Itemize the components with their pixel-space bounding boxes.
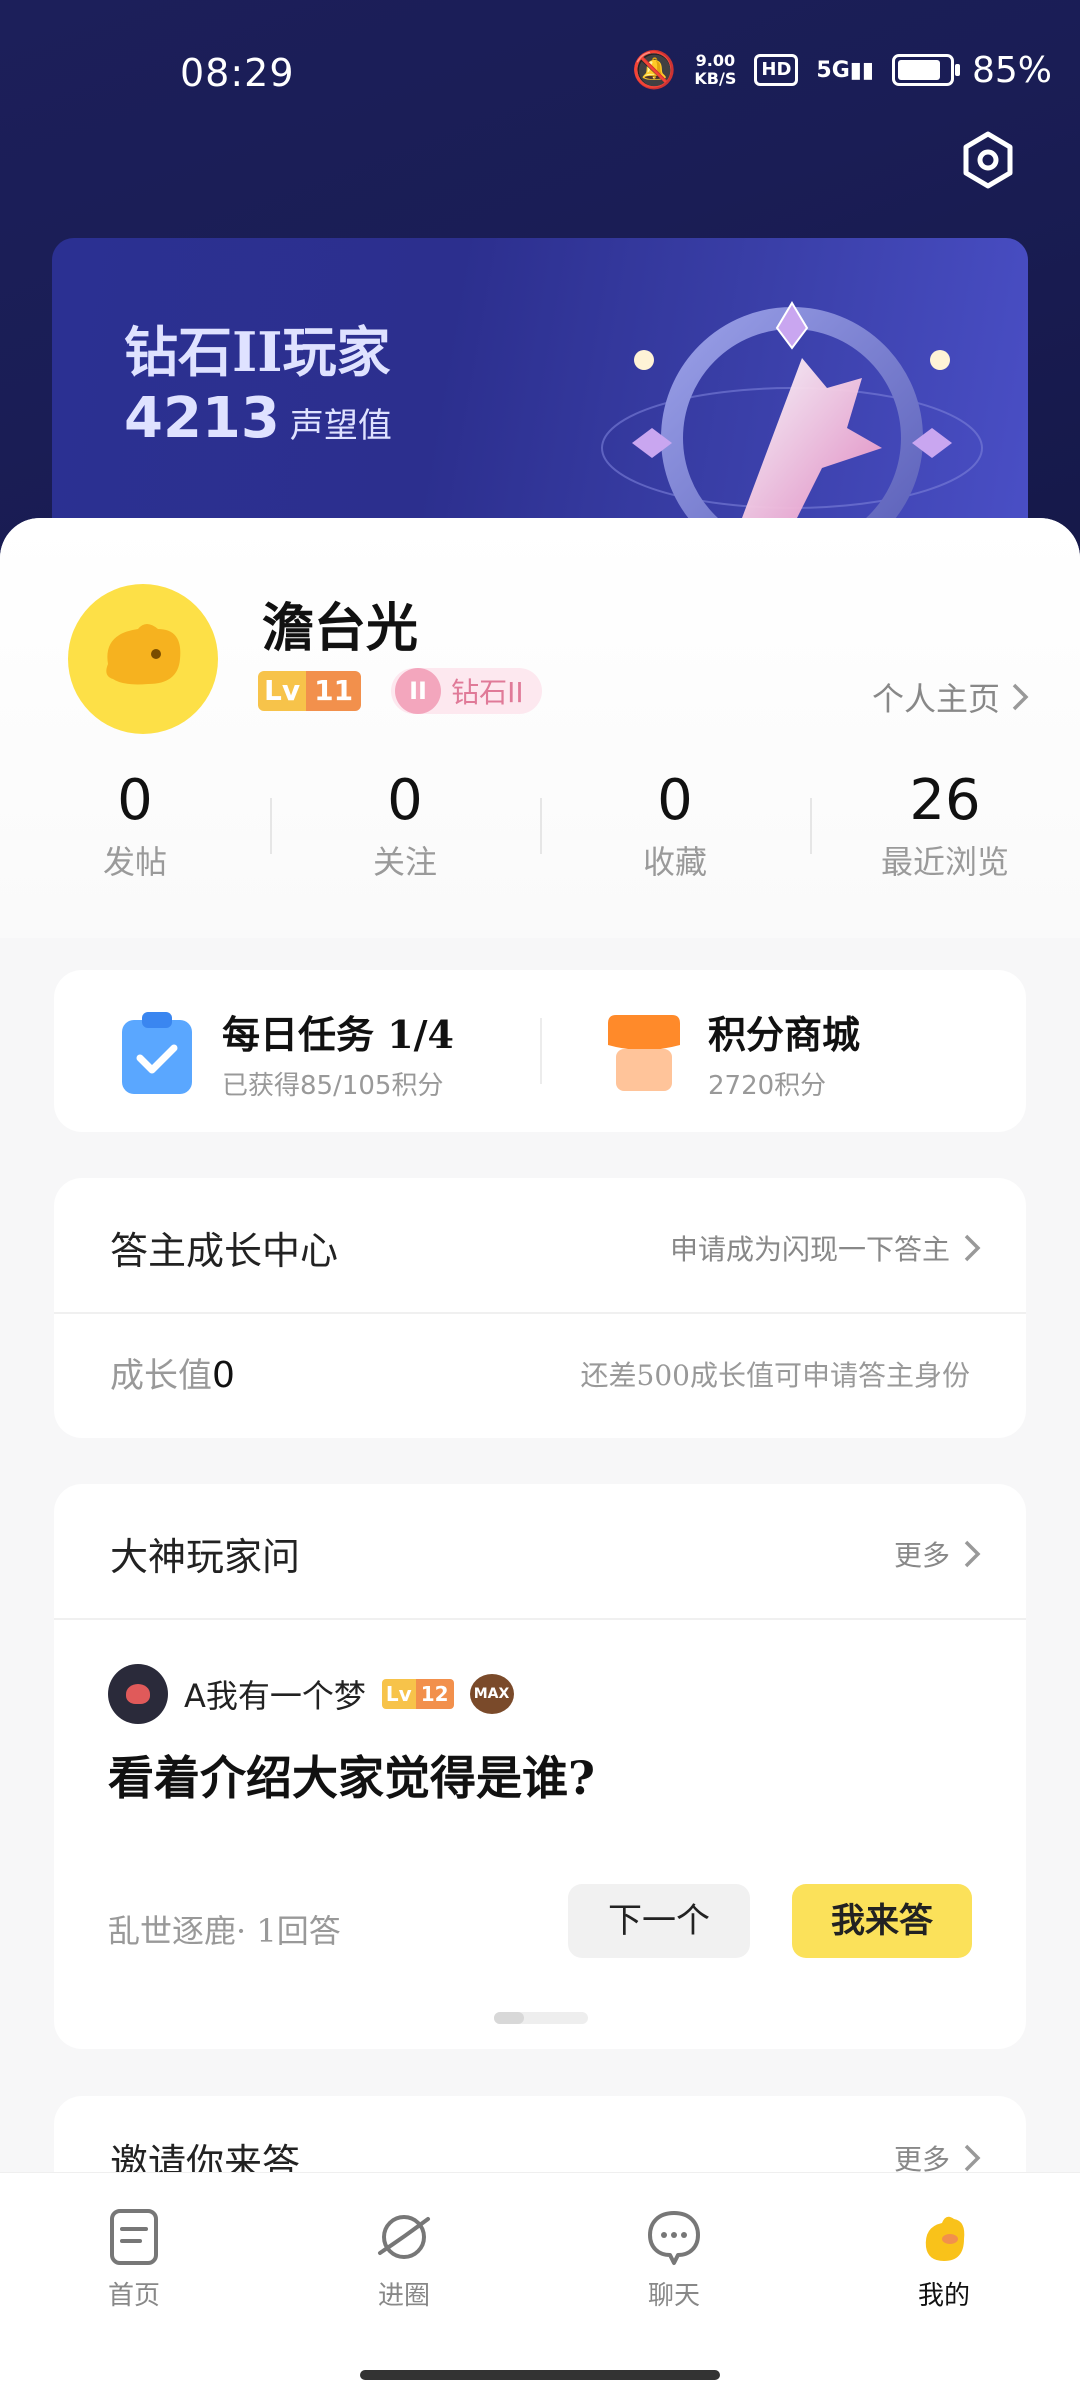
- shop-icon: [608, 1015, 680, 1091]
- rank-badge[interactable]: II 钻石II: [391, 668, 542, 714]
- page-indicator: [494, 2012, 588, 2024]
- tasks-card: 每日任务 1/4 已获得85/105积分 积分商城 2720积分: [54, 970, 1026, 1132]
- apply-answerer-label: 申请成为闪现一下答主: [669, 1233, 950, 1266]
- asker-level-prefix: Lv: [381, 1679, 416, 1709]
- status-time: 08:29: [180, 51, 295, 95]
- growth-value: 0: [212, 1355, 235, 1396]
- stat-label: 最近浏览: [880, 843, 1009, 881]
- asker-level-badge: Lv 12: [381, 1679, 454, 1709]
- home-doc-icon: [110, 2209, 158, 2265]
- growth-title: 答主成长中心: [110, 1229, 339, 1273]
- rank-score-unit: 声望值: [289, 406, 392, 446]
- nav-home[interactable]: 首页: [34, 2207, 234, 2312]
- home-indicator[interactable]: [360, 2370, 720, 2380]
- stat-value: 26: [909, 768, 981, 833]
- profile-badges: Lv 11 II 钻石II: [258, 668, 542, 714]
- qa-title: 大神玩家问: [110, 1535, 301, 1579]
- rank-badge-icon: II: [395, 668, 442, 714]
- asker-max-badge: MAX: [469, 1674, 514, 1714]
- nav-chat[interactable]: 聊天: [574, 2207, 774, 2312]
- question-meta: 乱世逐鹿· 1回答: [108, 1912, 341, 1950]
- stat-value: 0: [387, 768, 423, 833]
- stat-label: 收藏: [642, 843, 707, 881]
- rank-badge-label: 钻石II: [451, 676, 524, 709]
- divider: [540, 1018, 542, 1084]
- stat-following[interactable]: 0 关注: [270, 768, 540, 883]
- net-speed-unit: KB/S: [694, 69, 737, 88]
- profile-header: 澹台光 Lv 11 II 钻石II 个人主页 0 发帖 0 关注 0 收藏 26…: [0, 518, 1080, 938]
- stat-label: 发帖: [102, 843, 167, 881]
- daily-task-entry[interactable]: 每日任务 1/4 已获得85/105积分: [118, 1004, 454, 1102]
- avatar[interactable]: [68, 584, 218, 734]
- stat-label: 关注: [372, 843, 437, 881]
- status-bar: 08:29 🔕 9.00 KB/S HD 5G▮▮ 85%: [0, 45, 1080, 105]
- username: 澹台光: [262, 598, 419, 659]
- homepage-link-label: 个人主页: [871, 680, 1000, 718]
- growth-header: 答主成长中心 申请成为闪现一下答主: [54, 1178, 1026, 1314]
- daily-task-title: 每日任务 1/4: [222, 1012, 454, 1057]
- chat-bubble-icon: [648, 2211, 700, 2265]
- points-mall-title: 积分商城: [708, 1012, 861, 1057]
- chevron-right-icon: [964, 1540, 981, 1568]
- hd-indicator: HD: [754, 54, 799, 86]
- rank-score-value: 4213: [124, 386, 280, 451]
- asker-avatar: [108, 1664, 168, 1724]
- chevron-right-icon: [964, 2144, 981, 2172]
- points-mall-subtitle: 2720积分: [708, 1071, 827, 1101]
- net-speed: 9.00 KB/S: [694, 52, 736, 88]
- stat-value: 0: [657, 768, 693, 833]
- bottom-nav: 首页 进圈 聊天 我的: [0, 2172, 1080, 2401]
- net-speed-value: 9.00: [695, 51, 736, 70]
- question-text[interactable]: 看着介绍大家觉得是谁?: [108, 1742, 595, 1808]
- profile-sheet: 澹台光 Lv 11 II 钻石II 个人主页 0 发帖 0 关注 0 收藏 26…: [0, 518, 1080, 2400]
- nav-circles-label: 进圈: [377, 2281, 430, 2311]
- level-value: 11: [306, 671, 362, 711]
- qa-header: 大神玩家问 更多: [54, 1484, 1026, 1620]
- battery-percent: 85%: [971, 49, 1052, 91]
- homepage-link[interactable]: 个人主页: [872, 674, 1030, 720]
- rank-score: 4213 声望值: [124, 386, 392, 451]
- next-question-button[interactable]: 下一个: [568, 1884, 750, 1958]
- qa-more-label: 更多: [893, 1539, 950, 1572]
- battery-icon: [891, 54, 960, 86]
- answer-button[interactable]: 我来答: [792, 1884, 972, 1958]
- stat-favorites[interactable]: 0 收藏: [540, 768, 810, 883]
- planet-icon: [378, 2215, 430, 2259]
- nav-circles[interactable]: 进圈: [304, 2207, 504, 2312]
- settings-gear-icon[interactable]: [958, 130, 1018, 190]
- mute-icon: 🔕: [631, 50, 677, 91]
- stat-value: 0: [117, 768, 153, 833]
- daily-task-subtitle: 已获得85/105积分: [222, 1071, 444, 1101]
- stats-row: 0 发帖 0 关注 0 收藏 26 最近浏览: [0, 768, 1080, 883]
- signal-icon: 5G▮▮: [816, 57, 874, 83]
- signal-label: 5G: [816, 57, 850, 83]
- growth-label: 成长值: [110, 1356, 212, 1396]
- avatar-mascot-icon: [106, 624, 181, 685]
- asker-info[interactable]: A我有一个梦 Lv 12 MAX: [108, 1664, 514, 1724]
- duck-mascot-icon: [925, 2216, 965, 2261]
- chevron-right-icon: [964, 1234, 981, 1262]
- answerer-growth-card: 答主成长中心 申请成为闪现一下答主 成长值0 还差500成长值可申请答主身份: [54, 1178, 1026, 1438]
- stat-recent-views[interactable]: 26 最近浏览: [810, 768, 1080, 883]
- qa-more-link[interactable]: 更多: [894, 1534, 982, 1574]
- expert-questions-card: 大神玩家问 更多 A我有一个梦 Lv 12 MAX 看着介绍大家觉得是谁? 乱世逐…: [54, 1484, 1026, 2049]
- apply-answerer-link[interactable]: 申请成为闪现一下答主: [670, 1228, 982, 1268]
- nav-home-label: 首页: [107, 2281, 160, 2311]
- rank-title: 钻石II玩家: [124, 320, 391, 384]
- level-badge: Lv 11: [258, 671, 362, 711]
- nav-mine[interactable]: 我的: [844, 2207, 1044, 2312]
- stat-posts[interactable]: 0 发帖: [0, 768, 270, 883]
- growth-value-row: 成长值0: [110, 1348, 235, 1397]
- points-mall-entry[interactable]: 积分商城 2720积分: [602, 1004, 860, 1102]
- asker-level-value: 12: [415, 1679, 454, 1709]
- growth-hint: 还差500成长值可申请答主身份: [580, 1359, 970, 1392]
- nav-mine-label: 我的: [917, 2281, 970, 2311]
- level-prefix: Lv: [258, 671, 307, 711]
- nav-chat-label: 聊天: [647, 2281, 700, 2311]
- asker-name: A我有一个梦: [184, 1677, 366, 1715]
- clipboard-check-icon: [122, 1012, 192, 1094]
- chevron-right-icon: [1012, 683, 1029, 711]
